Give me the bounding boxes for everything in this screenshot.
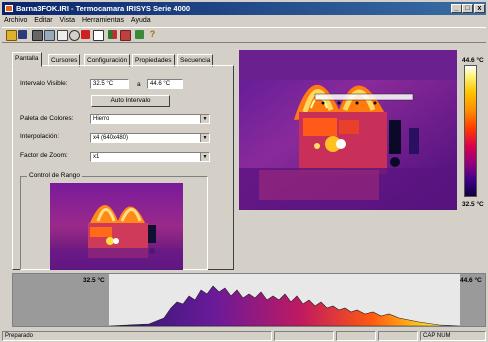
menu-archivo[interactable]: Archivo [4, 17, 27, 24]
status-bar: Preparado CAP NUM [2, 331, 486, 341]
menu-editar[interactable]: Editar [34, 17, 52, 24]
toolbar: ? [2, 27, 486, 43]
close-button[interactable]: x [474, 4, 485, 13]
rango-label: Control de Rango [27, 172, 82, 179]
maximize-button[interactable]: □ [462, 4, 473, 13]
open-icon[interactable] [6, 30, 17, 41]
intervalo-separator: a [137, 81, 141, 88]
app-icon [5, 5, 13, 12]
colorbar-max-label: 44.6 °C [462, 57, 484, 64]
stats-icon[interactable] [120, 30, 131, 41]
palette-icon[interactable] [81, 30, 90, 39]
chevron-down-icon[interactable]: ▼ [200, 153, 209, 161]
menu-bar: Archivo Editar Vista Herramientas Ayuda [2, 15, 486, 26]
export-icon[interactable] [135, 30, 144, 39]
zoom-label: Factor de Zoom: [20, 152, 68, 159]
menu-vista[interactable]: Vista [60, 17, 75, 24]
auto-intervalo-button[interactable]: Auto Intervalo [91, 95, 170, 107]
zoom-value: x1 [93, 154, 100, 160]
chevron-down-icon[interactable]: ▼ [200, 115, 209, 123]
histogram-panel[interactable]: 32.5 °C 44.6 °C [12, 273, 486, 327]
color-scale-bar[interactable] [464, 65, 477, 197]
main-thermal-image[interactable] [239, 50, 457, 210]
interpolacion-select[interactable]: x4 (640x480) ▼ [90, 133, 210, 143]
intervalo-min-field[interactable]: 32.5 °C [90, 79, 129, 89]
paleta-label: Paleta de Colores: [20, 115, 74, 122]
window-title: Barna3FOK.IRI - Termocamara IRISYS Serie… [16, 4, 191, 13]
histogram-high-label: 44.6 °C [460, 277, 482, 284]
histogram-chart [109, 285, 460, 326]
status-pane-2 [336, 331, 376, 341]
status-keys: CAP NUM [420, 331, 486, 341]
histogram-low-label: 32.5 °C [83, 277, 105, 284]
intervalo-label: Intervalo Visible: [20, 80, 68, 87]
tab-pantalla[interactable]: Pantalla [12, 52, 42, 67]
interpolacion-label: Interpolación: [20, 133, 60, 140]
chevron-down-icon[interactable]: ▼ [200, 134, 209, 142]
save-icon[interactable] [18, 30, 27, 39]
rectangle-icon[interactable] [93, 30, 104, 41]
status-pane-1 [274, 331, 334, 341]
chart-icon[interactable] [108, 30, 117, 39]
minimize-button[interactable]: _ [451, 4, 462, 13]
camera-icon[interactable] [44, 30, 55, 41]
crosshair-icon[interactable] [69, 30, 80, 41]
paleta-value: Hierro [93, 116, 110, 122]
intervalo-max-field[interactable]: 44.6 °C [147, 79, 183, 89]
status-text: Preparado [2, 331, 272, 341]
title-bar: Barna3FOK.IRI - Termocamara IRISYS Serie… [2, 2, 486, 15]
menu-herramientas[interactable]: Herramientas [82, 17, 124, 24]
print-icon[interactable] [32, 30, 43, 41]
zoom-select[interactable]: x1 ▼ [90, 152, 210, 162]
status-pane-3 [378, 331, 418, 341]
paleta-select[interactable]: Hierro ▼ [90, 114, 210, 124]
colorbar-min-label: 32.5 °C [462, 201, 484, 208]
thumbnail-thermal-image[interactable] [50, 183, 183, 270]
interpolacion-value: x4 (640x480) [93, 135, 129, 141]
cursor-icon[interactable] [57, 30, 68, 41]
help-icon[interactable]: ? [148, 30, 157, 39]
menu-ayuda[interactable]: Ayuda [131, 17, 151, 24]
